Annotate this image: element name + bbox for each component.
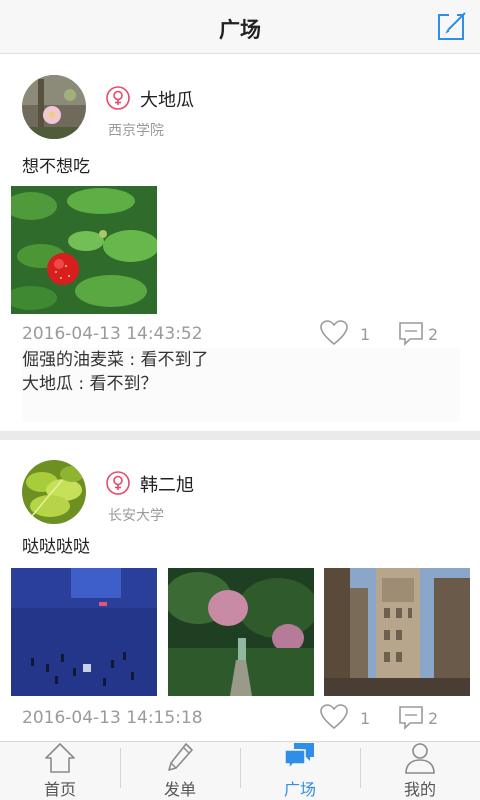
female-icon [106, 471, 130, 495]
school: 长安大学 [108, 508, 164, 524]
avatar[interactable] [22, 75, 86, 139]
post-photo[interactable] [324, 568, 470, 696]
person-icon [404, 742, 436, 774]
compose-icon[interactable] [436, 9, 468, 42]
tab-order[interactable]: 发单 [120, 742, 240, 800]
comment-item[interactable]: 大地瓜 : 看不到？ [22, 372, 460, 396]
post-card: 大地瓜 西京学院 想不想吃 2016-04-13 14:43:52 1 2 倔强… [0, 55, 480, 431]
pencil-icon [164, 742, 196, 774]
page-title: 广场 [219, 18, 261, 42]
post-time: 2016-04-13 14:15:18 [22, 708, 203, 728]
post-photo[interactable] [168, 568, 314, 696]
chat-bubbles-icon [284, 742, 316, 774]
like-count: 1 [360, 325, 371, 344]
tab-home[interactable]: 首页 [0, 742, 120, 800]
school: 西京学院 [108, 123, 164, 139]
like-count: 1 [360, 709, 371, 728]
post-content: 想不想吃 [22, 157, 90, 177]
heart-icon[interactable] [320, 320, 348, 346]
username[interactable]: 韩二旭 [140, 471, 194, 497]
post-content: 哒哒哒哒 [22, 537, 90, 557]
post-photo[interactable] [11, 568, 157, 696]
tab-label: 首页 [43, 780, 76, 799]
comment-icon[interactable] [398, 321, 426, 347]
comment-list: 倔强的油麦菜 : 看不到了 大地瓜 : 看不到？ [22, 348, 460, 422]
avatar[interactable] [22, 460, 86, 524]
header-bar: 广场 [0, 0, 480, 54]
feed[interactable]: 大地瓜 西京学院 想不想吃 2016-04-13 14:43:52 1 2 倔强… [0, 55, 480, 741]
tab-square[interactable]: 广场 [240, 742, 360, 800]
home-icon [44, 742, 76, 774]
tab-mine[interactable]: 我的 [360, 742, 480, 800]
post-photo[interactable] [11, 186, 157, 314]
comment-item[interactable]: 倔强的油麦菜 : 看不到了 [22, 348, 460, 372]
comment-count: 2 [428, 709, 439, 728]
tab-label: 发单 [163, 780, 196, 799]
female-icon [106, 86, 130, 110]
tab-bar: 首页 发单 广场 我的 [0, 741, 480, 800]
comment-count: 2 [428, 325, 439, 344]
post-card: 韩二旭 长安大学 哒哒哒哒 2016-04-13 14:15:18 1 2 [0, 440, 480, 741]
heart-icon[interactable] [320, 704, 348, 730]
tab-label: 广场 [283, 780, 316, 799]
comment-icon[interactable] [398, 705, 426, 731]
post-divider [0, 431, 480, 440]
post-time: 2016-04-13 14:43:52 [22, 324, 203, 344]
tab-label: 我的 [403, 780, 436, 799]
username[interactable]: 大地瓜 [140, 86, 194, 112]
